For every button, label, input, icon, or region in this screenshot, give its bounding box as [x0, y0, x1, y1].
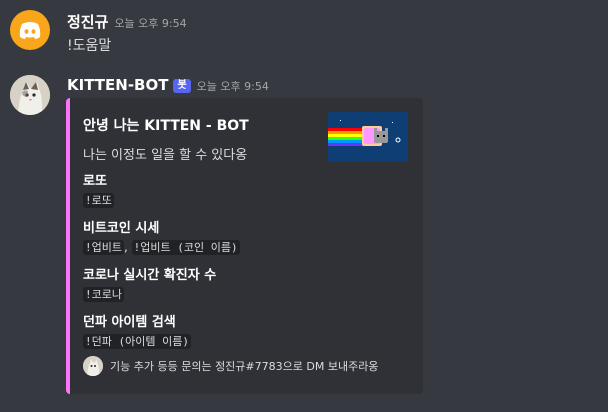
field-name: 코로나 실시간 확진자 수	[83, 268, 217, 283]
author-name[interactable]: 정진규 오늘 오후 9:54	[67, 11, 187, 32]
embed-footer: 기능 추가 등등 문의는 정진규#7783으로 DM 보내주라옹	[83, 356, 378, 376]
command-code: !업비트 (코인 이름)	[131, 240, 240, 255]
bot-avatar[interactable]	[10, 75, 50, 115]
field-value: !코로나	[83, 286, 124, 302]
embed: 안녕 나는 KITTEN - BOT 나는 이정도 일을 할 수 있다옹 로또 …	[66, 98, 423, 394]
nyan-cat-icon	[328, 112, 408, 162]
footer-text: 기능 추가 등등 문의는 정진규#7783으로 DM 보내주라옹	[110, 360, 379, 373]
field-separator: ,	[123, 240, 132, 254]
command-code: !코로나	[83, 287, 124, 302]
field-value: !업비트, !업비트 (코인 이름)	[83, 239, 240, 255]
command-code: !업비트	[83, 240, 124, 255]
timestamp: 오늘 오후 9:54	[196, 80, 269, 93]
discord-logo-icon	[19, 22, 41, 39]
field-value: !로또	[83, 192, 114, 208]
field-name: 로또	[83, 174, 107, 189]
command-code: !던파 (아이템 이름)	[83, 334, 191, 349]
embed-title: 안녕 나는 KITTEN - BOT	[83, 118, 249, 134]
bot-tag: 봇	[173, 79, 191, 93]
message-user: 정진규 오늘 오후 9:54 !도움말	[0, 0, 608, 60]
embed-description: 나는 이정도 일을 할 수 있다옹	[83, 148, 248, 163]
field-name: 던파 아이템 검색	[83, 315, 176, 330]
message-text: !도움말	[67, 38, 112, 54]
timestamp: 오늘 오후 9:54	[114, 17, 187, 30]
footer-icon	[83, 356, 103, 376]
cat-photo-avatar	[83, 356, 103, 376]
user-avatar[interactable]	[10, 10, 50, 50]
field-name: 비트코인 시세	[83, 221, 160, 236]
field-value: !던파 (아이템 이름)	[83, 333, 191, 349]
author-name[interactable]: KITTEN-BOT 봇 오늘 오후 9:54	[67, 76, 269, 94]
cat-photo-avatar	[10, 75, 50, 115]
command-code: !로또	[83, 193, 114, 208]
embed-thumbnail[interactable]	[328, 112, 408, 162]
